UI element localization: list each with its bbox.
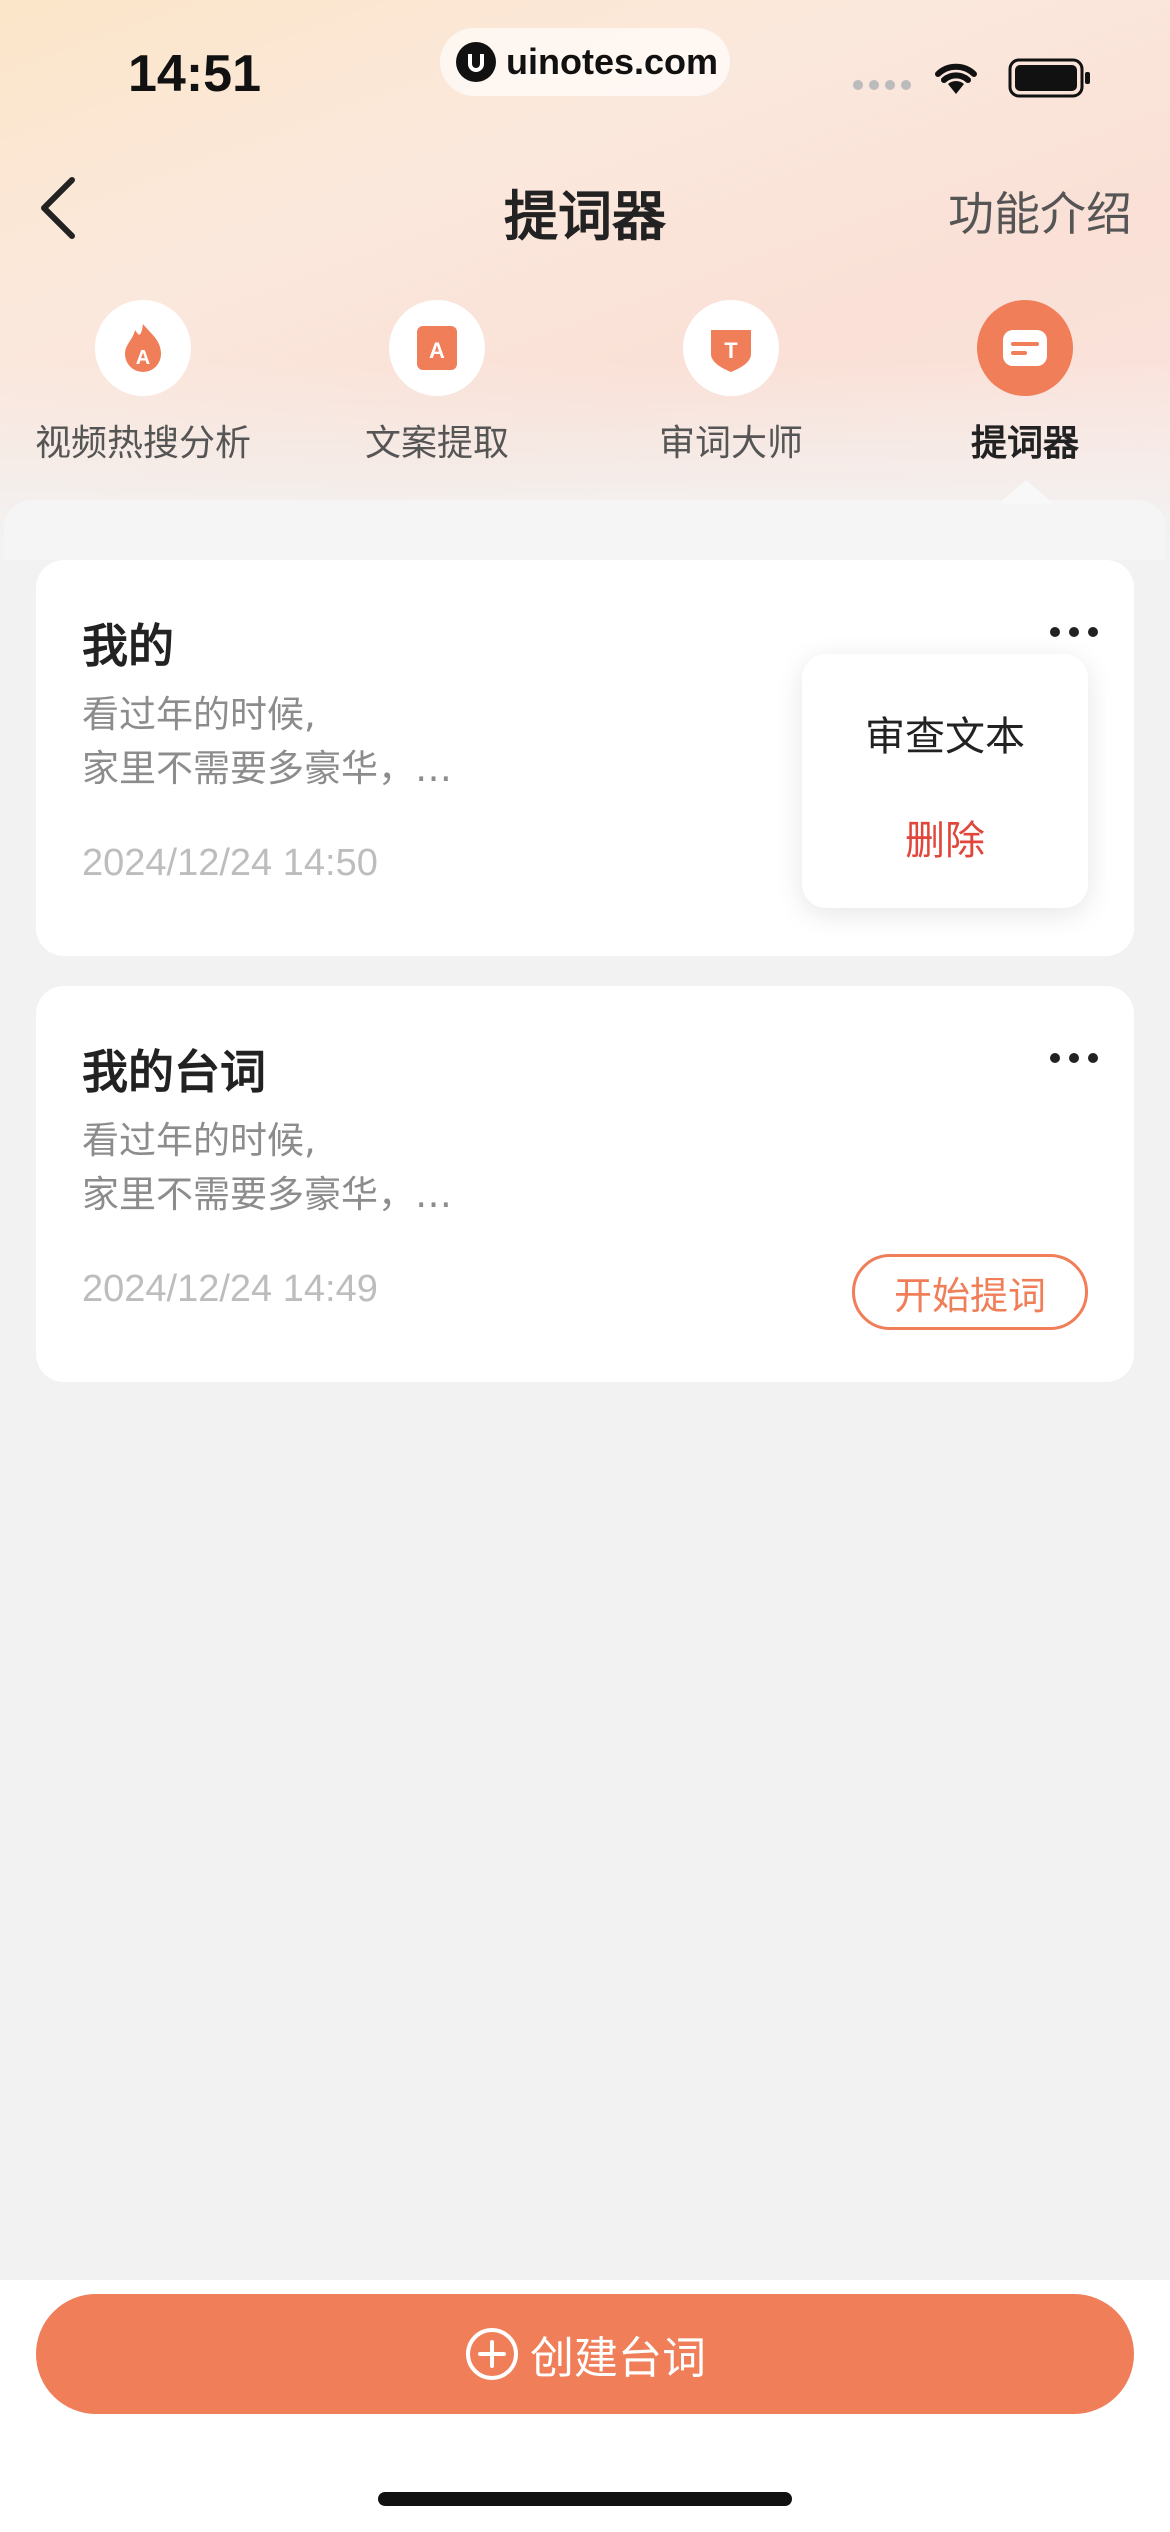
script-preview: 看过年的时候, 家里不需要多豪华，… xyxy=(82,688,452,796)
script-preview-line: 看过年的时候, xyxy=(82,1119,316,1162)
script-title: 我的 xyxy=(82,619,174,673)
script-date: 2024/12/24 14:49 xyxy=(82,1268,378,1310)
script-preview-line: 家里不需要多豪华，… xyxy=(82,1173,452,1216)
tool-label: 文案提取 xyxy=(364,423,509,464)
active-tab-indicator xyxy=(998,480,1054,504)
home-indicator xyxy=(378,2492,792,2506)
feature-intro-link[interactable]: 功能介绍 xyxy=(948,178,1132,244)
create-script-label: 创建台词 xyxy=(530,2333,706,2384)
create-script-button[interactable]: 创建台词 xyxy=(36,2294,1134,2414)
uinotes-logo-icon xyxy=(456,42,496,82)
menu-item-review-text[interactable]: 审查文本 xyxy=(802,704,1088,762)
tool-teleprompter[interactable]: 提词器 xyxy=(895,300,1155,466)
menu-item-delete[interactable]: 删除 xyxy=(802,808,1088,866)
tool-label: 审词大师 xyxy=(658,423,803,464)
battery-icon xyxy=(1008,58,1090,98)
more-options-icon[interactable] xyxy=(1050,622,1098,642)
script-card[interactable]: 我的台词 看过年的时候, 家里不需要多豪华，… 2024/12/24 14:49… xyxy=(36,986,1134,1382)
svg-text:T: T xyxy=(724,338,738,363)
teleprompter-icon xyxy=(977,300,1073,396)
tool-video-hot-analysis[interactable]: A 视频热搜分析 xyxy=(13,300,273,466)
content-panel-top xyxy=(4,500,1166,560)
chevron-left-icon xyxy=(41,177,75,239)
script-preview-line: 看过年的时候, xyxy=(82,693,316,736)
copy-extract-icon: A xyxy=(389,300,485,396)
url-pill[interactable]: uinotes.com xyxy=(440,28,730,96)
svg-text:A: A xyxy=(429,338,445,363)
start-prompting-button[interactable]: 开始提词 xyxy=(852,1254,1088,1330)
cellular-signal-icon xyxy=(853,80,911,90)
status-time: 14:51 xyxy=(128,45,261,103)
plus-circle-icon xyxy=(466,2328,518,2380)
more-options-icon[interactable] xyxy=(1050,1048,1098,1068)
svg-text:A: A xyxy=(136,347,150,369)
tool-label: 视频热搜分析 xyxy=(34,423,251,464)
script-preview: 看过年的时候, 家里不需要多豪华，… xyxy=(82,1114,452,1222)
script-date: 2024/12/24 14:50 xyxy=(82,842,378,884)
script-preview-line: 家里不需要多豪华，… xyxy=(82,747,452,790)
wifi-icon xyxy=(935,63,977,94)
tool-label: 提词器 xyxy=(970,423,1079,464)
tool-text-review[interactable]: T 审词大师 xyxy=(601,300,861,466)
script-title: 我的台词 xyxy=(82,1045,266,1099)
text-review-icon: T xyxy=(683,300,779,396)
flame-a-icon: A xyxy=(95,300,191,396)
url-text: uinotes.com xyxy=(506,41,719,82)
back-button[interactable] xyxy=(30,168,90,248)
tool-copy-extract[interactable]: A 文案提取 xyxy=(307,300,567,466)
card-options-menu: 审查文本 删除 xyxy=(802,654,1088,908)
